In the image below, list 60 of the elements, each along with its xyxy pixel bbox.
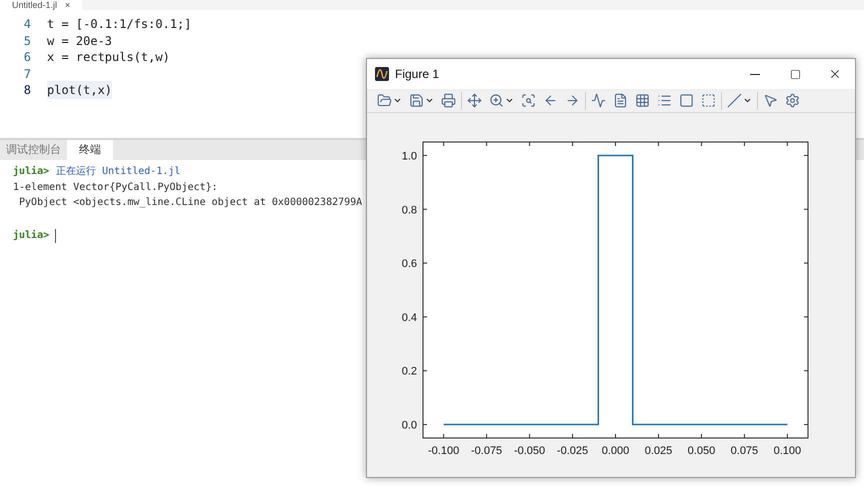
x-tick-label: -0.100 <box>428 445 460 457</box>
caret-icon <box>425 96 434 105</box>
editor-tab[interactable]: Untitled-1.jl × <box>0 0 82 10</box>
caret-icon <box>743 96 752 105</box>
y-tick-label: 0.6 <box>402 258 417 270</box>
back-icon <box>543 93 558 108</box>
settings-icon <box>785 93 800 108</box>
x-tick-label: 0.050 <box>688 445 716 457</box>
x-tick-label: 0.025 <box>644 445 672 457</box>
x-tick-label: 0.000 <box>602 445 630 457</box>
terminal-text: 1-element Vector{PyCall.PyObject}: <box>13 182 218 192</box>
zoom-in-icon <box>489 93 504 108</box>
julia-prompt: julia> <box>13 228 50 243</box>
curve-button[interactable] <box>589 90 608 110</box>
x-tick-label: -0.075 <box>471 445 502 457</box>
forward-icon <box>565 93 580 108</box>
line-number: 6 <box>22 49 32 66</box>
y-tick-label: 0.2 <box>402 366 417 378</box>
save-icon <box>409 93 424 108</box>
panel-tab[interactable]: 调试控制台 <box>0 140 67 160</box>
frame-icon <box>701 93 716 108</box>
x-tick-label: -0.050 <box>514 445 546 457</box>
printer-icon <box>441 93 456 108</box>
pointer-icon <box>763 93 778 108</box>
zoom-fit-icon <box>521 93 536 108</box>
line-number: 7 <box>22 66 32 83</box>
grid-icon <box>635 93 650 108</box>
line-icon <box>727 93 742 108</box>
y-tick-label: 0.0 <box>402 420 417 432</box>
code-line: t = [-0.1:1/fs:0.1;] <box>47 16 192 34</box>
text-cursor <box>55 228 56 243</box>
y-tick-label: 0.4 <box>402 312 417 324</box>
line-number: 4 <box>22 16 32 34</box>
move-button[interactable] <box>465 90 484 110</box>
terminal-text: 正在运行 Untitled-1.jl <box>56 164 180 179</box>
line-number: 8 <box>22 82 32 100</box>
panel-tab[interactable]: 终端 <box>67 140 113 160</box>
caret-icon <box>505 96 514 105</box>
tab-close[interactable]: × <box>65 0 70 10</box>
tab-label: Untitled-1.jl <box>12 0 58 10</box>
code-line: w = 20e-3 <box>47 32 112 50</box>
x-tick-label: 0.100 <box>774 445 802 457</box>
list-icon <box>657 93 672 108</box>
y-tick-label: 1.0 <box>402 150 417 162</box>
curve-icon <box>591 93 606 108</box>
window-title: Figure 1 <box>395 66 440 83</box>
folder-icon <box>377 93 392 108</box>
x-tick-label: 0.075 <box>730 445 758 457</box>
code-line: x = rectpuls(t,w) <box>47 49 170 66</box>
terminal-text: PyObject <objects.mw_line.CLine object at 0x000002382799A <box>18 197 362 208</box>
julia-prompt: julia> <box>13 164 50 179</box>
x-tick-label: -0.025 <box>556 445 588 457</box>
close-icon <box>828 67 842 81</box>
app-logo-icon <box>375 67 389 81</box>
maximize-icon <box>790 68 800 80</box>
caret-icon <box>393 96 402 105</box>
line-number: 5 <box>22 32 32 50</box>
move-icon <box>467 93 482 108</box>
printer-button[interactable] <box>439 90 458 110</box>
y-tick-label: 0.8 <box>402 204 417 216</box>
